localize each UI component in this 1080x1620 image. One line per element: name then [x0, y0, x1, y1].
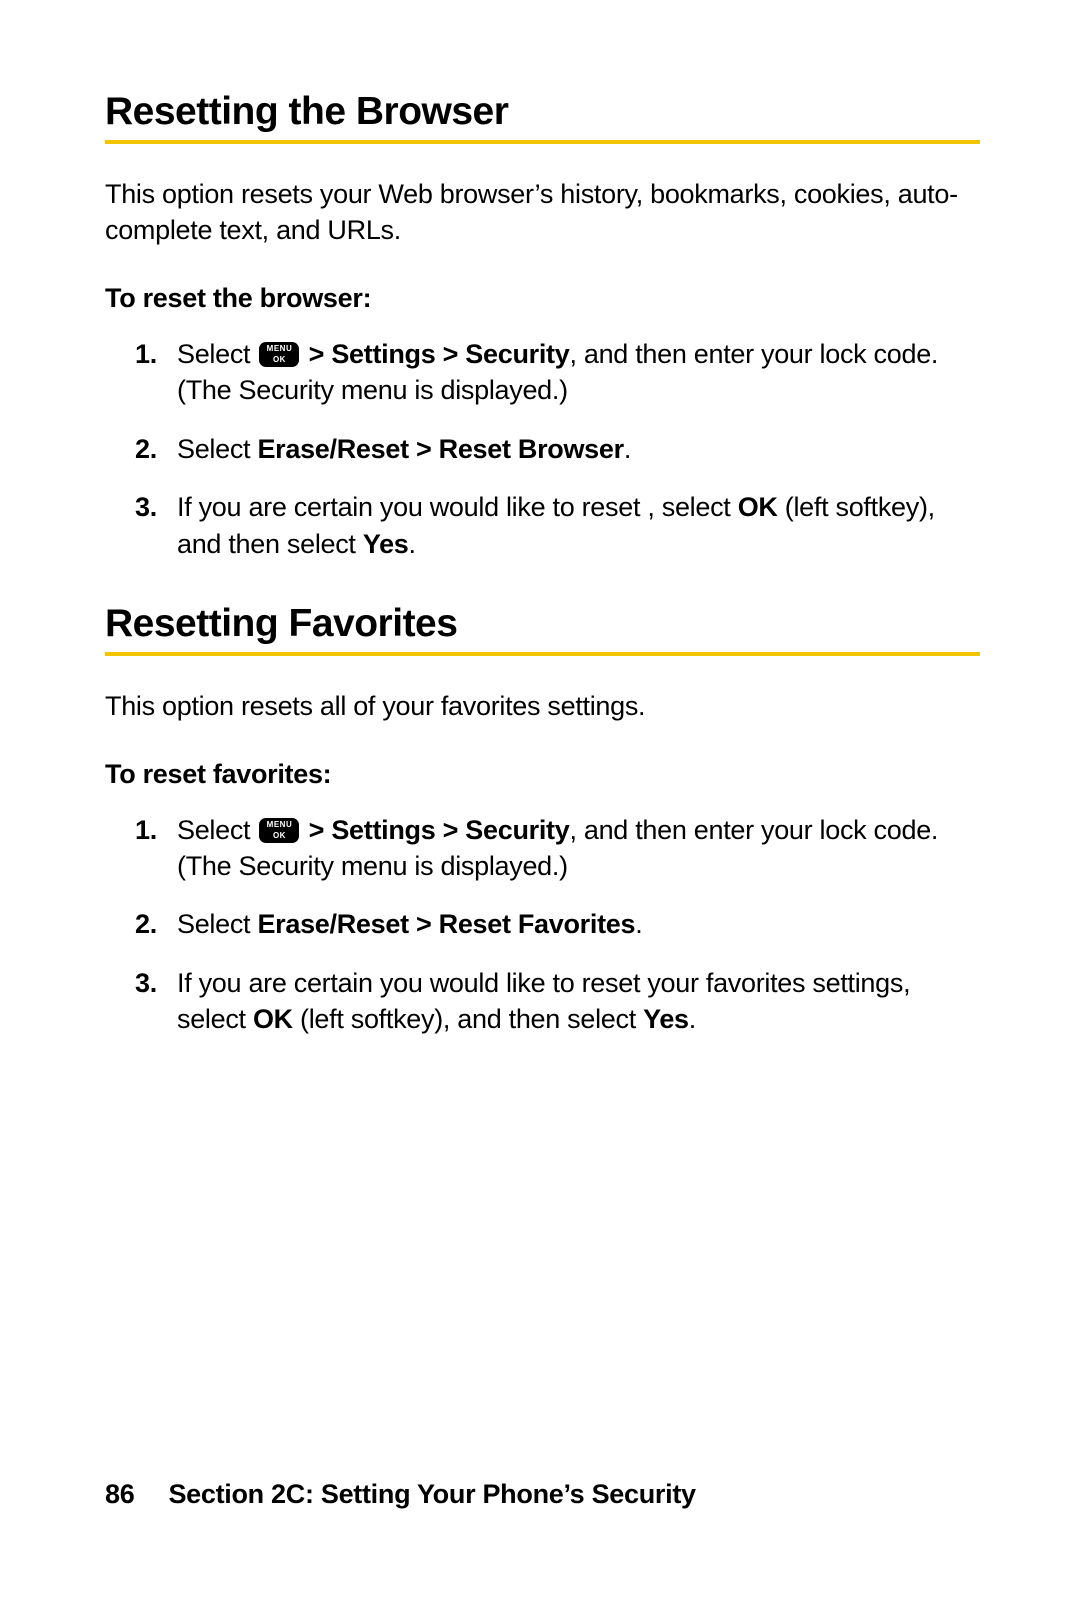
step-item: If you are certain you would like to res…	[135, 489, 980, 562]
heading-resetting-browser: Resetting the Browser	[105, 90, 980, 144]
step-text: Select	[177, 909, 257, 939]
footer-title: Section 2C: Setting Your Phone’s Securit…	[168, 1479, 695, 1509]
step-text: Select	[177, 434, 257, 464]
step-item: Select MENUOK > Settings > Security, and…	[135, 336, 980, 409]
step-text: Select	[177, 815, 257, 845]
yes-label: Yes	[643, 1004, 689, 1034]
step-text: (left softkey), and then select	[293, 1004, 643, 1034]
step-item: Select Erase/Reset > Reset Browser.	[135, 431, 980, 467]
yes-label: Yes	[363, 529, 409, 559]
steps-reset-browser: Select MENUOK > Settings > Security, and…	[135, 336, 980, 562]
ok-label: OK	[253, 1004, 293, 1034]
step-text: .	[624, 434, 631, 464]
nav-path: > Settings > Security	[301, 339, 569, 369]
intro-paragraph: This option resets all of your favorites…	[105, 688, 980, 724]
step-text: .	[689, 1004, 696, 1034]
subhead-reset-browser: To reset the browser:	[105, 283, 980, 314]
step-text: Select	[177, 339, 257, 369]
page-footer: 86 Section 2C: Setting Your Phone’s Secur…	[105, 1479, 696, 1510]
ok-label: OK	[738, 492, 778, 522]
nav-path: Erase/Reset > Reset Browser	[257, 434, 623, 464]
page-number: 86	[105, 1479, 134, 1509]
step-item: Select MENUOK > Settings > Security, and…	[135, 812, 980, 885]
menu-ok-key-icon: MENUOK	[259, 818, 299, 843]
nav-path: Erase/Reset > Reset Favorites	[257, 909, 635, 939]
menu-ok-key-icon: MENUOK	[259, 342, 299, 367]
steps-reset-favorites: Select MENUOK > Settings > Security, and…	[135, 812, 980, 1038]
section-resetting-favorites: Resetting Favorites This option resets a…	[105, 602, 980, 1038]
step-item: Select Erase/Reset > Reset Favorites.	[135, 906, 980, 942]
nav-path: > Settings > Security	[301, 815, 569, 845]
step-text: If you are certain you would like to res…	[177, 492, 738, 522]
subhead-reset-favorites: To reset favorites:	[105, 759, 980, 790]
step-text: .	[635, 909, 642, 939]
intro-paragraph: This option resets your Web browser’s hi…	[105, 176, 980, 249]
step-text: .	[409, 529, 416, 559]
manual-page: Resetting the Browser This option resets…	[0, 0, 1080, 1038]
heading-resetting-favorites: Resetting Favorites	[105, 602, 980, 656]
step-item: If you are certain you would like to res…	[135, 965, 980, 1038]
